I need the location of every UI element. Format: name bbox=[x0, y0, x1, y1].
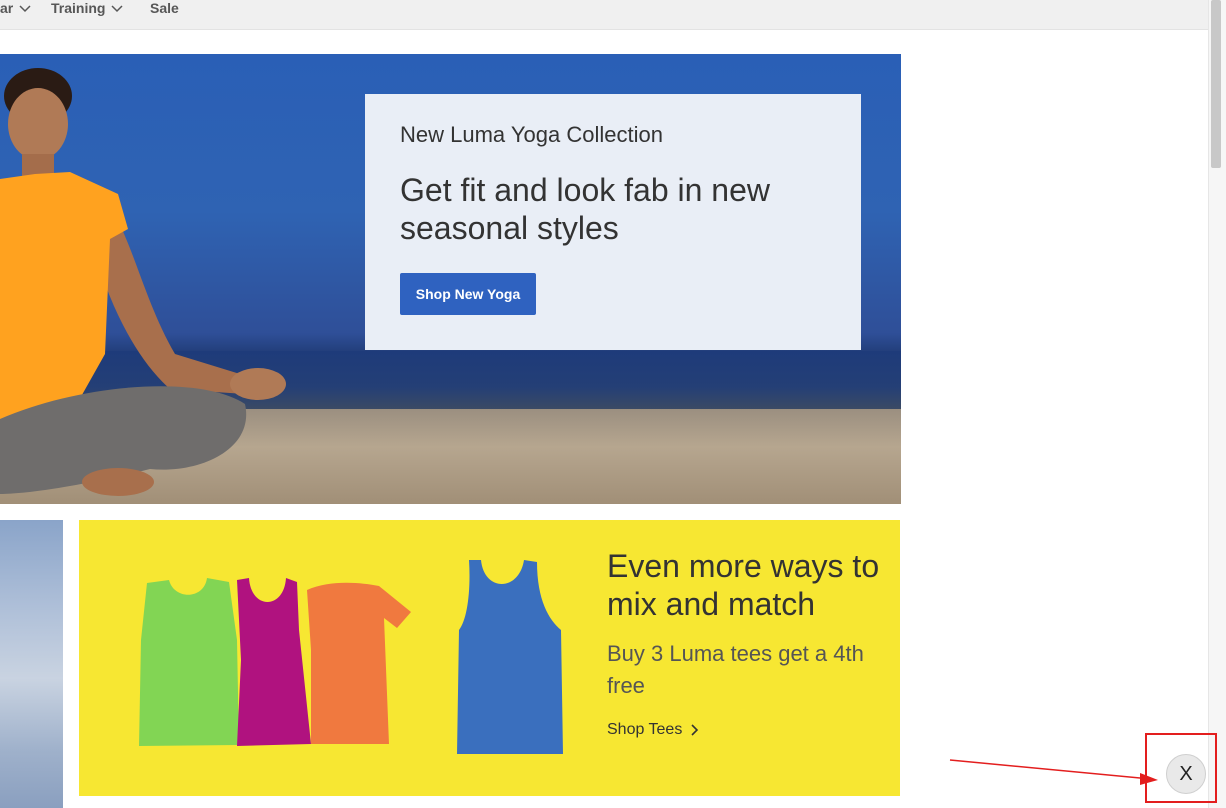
annotation-arrow-icon bbox=[949, 759, 1158, 785]
hero-headline: Get fit and look fab in new seasonal sty… bbox=[400, 172, 770, 246]
chevron-down-icon bbox=[19, 5, 31, 13]
sky-promo-image[interactable] bbox=[0, 520, 63, 808]
yoga-model-image bbox=[0, 68, 286, 496]
chevron-down-icon bbox=[111, 5, 123, 13]
tees-illustration bbox=[139, 560, 563, 754]
tees-subtitle: Buy 3 Luma tees get a 4th free bbox=[607, 641, 864, 698]
vertical-scrollbar[interactable] bbox=[1208, 0, 1226, 808]
shop-tees-link[interactable]: Shop Tees bbox=[607, 721, 700, 739]
chevron-right-icon bbox=[691, 724, 699, 736]
shop-new-yoga-button[interactable]: Shop New Yoga bbox=[400, 273, 536, 315]
close-button[interactable]: X bbox=[1166, 754, 1206, 794]
tees-title: Even more ways to mix and match bbox=[607, 548, 880, 622]
hero-promo-box: New Luma Yoga Collection Get fit and loo… bbox=[365, 94, 861, 350]
top-navigation: ar Training Sale bbox=[0, 0, 1208, 30]
nav-item-training[interactable]: Training bbox=[51, 0, 123, 20]
nav-item-label: ar bbox=[0, 0, 14, 16]
hero-banner[interactable]: New Luma Yoga Collection Get fit and loo… bbox=[0, 54, 901, 504]
nav-item-label: Sale bbox=[150, 0, 179, 16]
nav-item-sale[interactable]: Sale bbox=[150, 0, 179, 20]
hero-eyebrow: New Luma Yoga Collection bbox=[400, 122, 663, 147]
scrollbar-thumb[interactable] bbox=[1211, 0, 1221, 168]
nav-item-gear[interactable]: ar bbox=[0, 0, 31, 20]
shop-tees-label: Shop Tees bbox=[607, 721, 683, 738]
nav-item-label: Training bbox=[51, 0, 106, 16]
tees-promo-banner[interactable]: Even more ways to mix and match Buy 3 Lu… bbox=[79, 520, 900, 796]
